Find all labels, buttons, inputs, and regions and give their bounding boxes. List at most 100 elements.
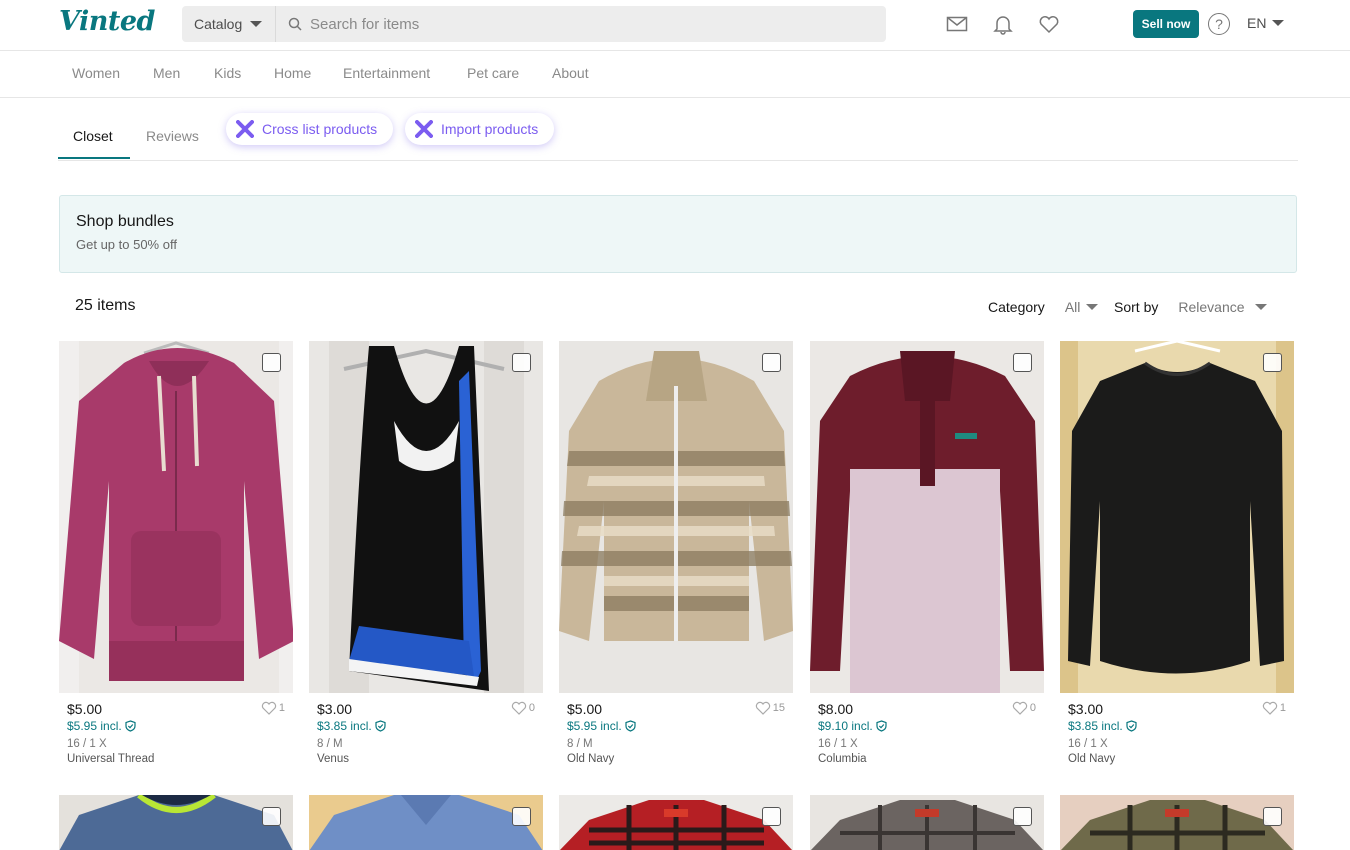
item-brand[interactable]: Old Navy [567,753,785,765]
vinted-logo[interactable]: Vinted [59,6,155,37]
nav-item-entertainment[interactable]: Entertainment [343,65,430,81]
item-size: 16 / 1 X [1068,738,1108,750]
favourite-button[interactable]: 1 [261,701,285,715]
nav-item-men[interactable]: Men [153,65,180,81]
shield-check-icon [1126,720,1137,732]
garment-photo [559,341,793,693]
item-price: $5.00 [67,701,103,717]
crosslist-x-icon [236,120,254,138]
item-photo[interactable] [309,341,543,693]
item-photo[interactable] [309,795,543,850]
nav-item-pet-care[interactable]: Pet care [467,65,519,81]
item-brand[interactable]: Columbia [818,753,1036,765]
favourite-count: 15 [772,702,785,714]
catalog-dropdown[interactable]: Catalog [182,6,276,42]
item-photo[interactable] [1060,795,1294,850]
item-card[interactable]: $5.00 $5.95 incl. 16 / 1 X Universal Thr… [59,341,293,765]
shield-check-icon [375,720,386,732]
tab-closet[interactable]: Closet [73,128,113,144]
item-card[interactable]: $3.00 $3.85 incl. 16 / 1 X Old Navy 1 [1060,341,1294,765]
select-checkbox[interactable] [762,807,781,826]
garment-photo [559,795,793,850]
item-price: $3.00 [1068,701,1104,717]
item-price: $5.00 [567,701,603,717]
item-card[interactable]: $8.00 $9.10 incl. 16 / 1 X Columbia 0 [810,341,1044,765]
active-tab-indicator [58,157,130,159]
favourite-button[interactable]: 15 [755,701,785,715]
favourite-button[interactable]: 1 [1262,701,1286,715]
select-checkbox[interactable] [762,353,781,372]
item-photo[interactable] [810,341,1044,693]
chevron-down-icon [1086,304,1099,310]
item-photo[interactable] [59,795,293,850]
select-checkbox[interactable] [1263,353,1282,372]
item-size: 8 / M [317,738,343,750]
nav-item-home[interactable]: Home [274,65,311,81]
nav-item-women[interactable]: Women [72,65,120,81]
favourite-button[interactable]: 0 [1012,701,1036,715]
category-nav: Women Men Kids Home Entertainment Pet ca… [0,51,1350,98]
select-checkbox[interactable] [1013,353,1032,372]
shield-check-icon [625,720,636,732]
help-icon[interactable]: ? [1208,13,1230,35]
chevron-down-icon [1272,20,1285,26]
category-filter[interactable]: Category All [988,299,1099,315]
closet-tabs: Closet Reviews Cross list products Impor… [58,98,1298,161]
cross-list-button[interactable]: Cross list products [226,113,394,145]
item-photo[interactable] [810,795,1044,850]
tab-reviews[interactable]: Reviews [146,128,199,144]
item-card[interactable] [810,795,1044,850]
chevron-down-icon [1254,304,1267,310]
item-card[interactable]: $5.00 $5.95 incl. 8 / M Old Navy 15 [559,341,793,765]
select-checkbox[interactable] [262,353,281,372]
language-selector[interactable]: EN [1247,15,1285,31]
catalog-label: Catalog [194,16,243,32]
sell-now-button[interactable]: Sell now [1133,10,1199,38]
item-card[interactable] [1060,795,1294,850]
nav-item-about[interactable]: About [552,65,589,81]
garment-photo [59,795,293,850]
shop-bundles-banner[interactable]: Shop bundles Get up to 50% off [59,195,1297,273]
language-label: EN [1247,15,1267,31]
item-photo[interactable] [559,341,793,693]
item-card[interactable] [309,795,543,850]
select-checkbox[interactable] [512,353,531,372]
garment-photo [59,341,293,693]
mail-icon[interactable] [945,12,969,36]
heart-icon [1262,701,1278,715]
item-price-incl: $5.95 incl. [67,719,122,733]
item-card[interactable] [59,795,293,850]
favourite-button[interactable]: 0 [511,701,535,715]
search-input[interactable] [302,15,862,33]
select-checkbox[interactable] [1263,807,1282,826]
import-products-button[interactable]: Import products [405,113,555,145]
select-checkbox[interactable] [262,807,281,826]
heart-icon[interactable] [1037,12,1061,36]
heart-icon [511,701,527,715]
sort-filter-label: Sort by [1114,299,1159,315]
item-photo[interactable] [559,795,793,850]
item-brand[interactable]: Old Navy [1068,753,1286,765]
item-card[interactable] [559,795,793,850]
nav-item-kids[interactable]: Kids [214,65,241,81]
items-count: 25 items [75,297,136,314]
search-icon [288,17,302,31]
search-bar[interactable] [276,6,886,42]
item-card[interactable]: $3.00 $3.85 incl. 8 / M Venus 0 [309,341,543,765]
item-brand[interactable]: Venus [317,753,535,765]
item-photo[interactable] [1060,341,1294,693]
select-checkbox[interactable] [1013,807,1032,826]
banner-title: Shop bundles [76,213,174,230]
item-photo[interactable] [59,341,293,693]
item-price-incl: $9.10 incl. [818,719,873,733]
item-brand[interactable]: Universal Thread [67,753,285,765]
heart-icon [755,701,770,715]
favourite-count: 0 [528,702,535,714]
item-price: $3.00 [317,701,353,717]
favourite-count: 1 [278,702,285,714]
sort-filter[interactable]: Sort by Relevance [1114,299,1267,315]
garment-photo [810,795,1044,850]
banner-subtitle: Get up to 50% off [76,237,177,252]
select-checkbox[interactable] [512,807,531,826]
bell-icon[interactable] [991,12,1015,36]
